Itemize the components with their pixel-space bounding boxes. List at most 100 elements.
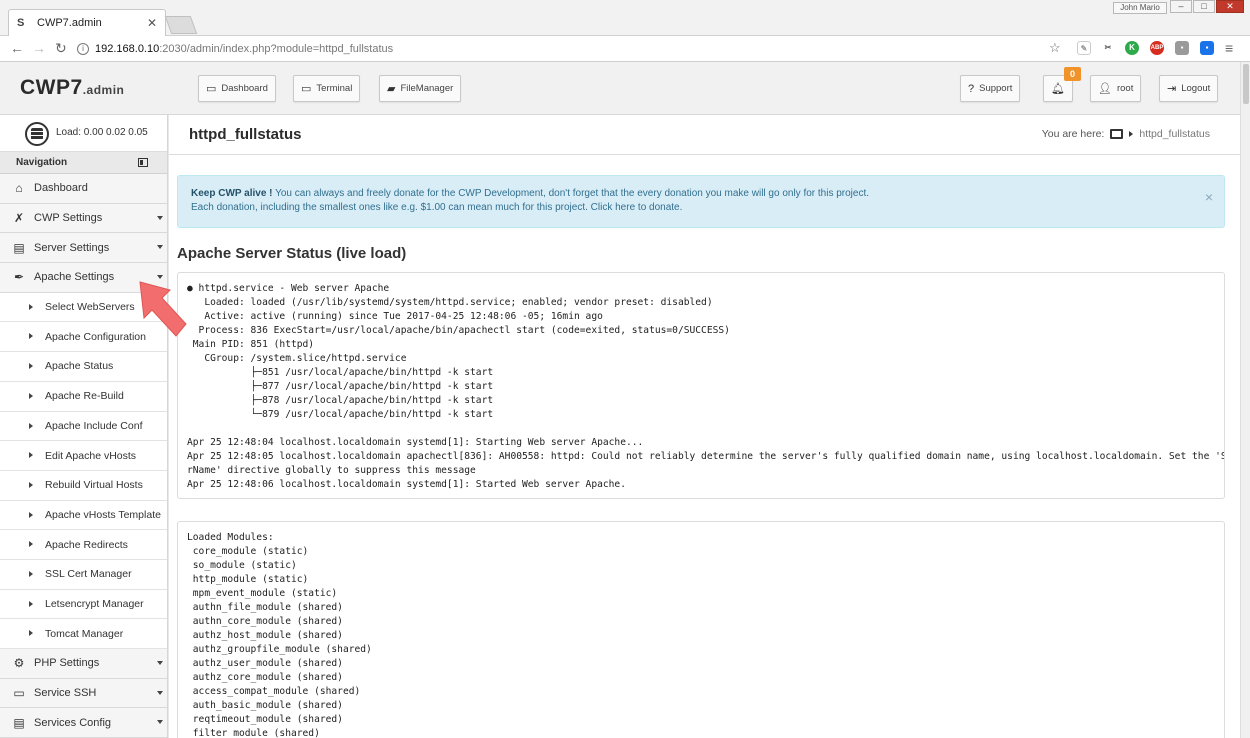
sidebar-item-server-settings[interactable]: ▤ Server Settings [0,233,167,264]
support-button[interactable]: ? Support [960,75,1021,102]
url-path: :2030/admin/index.php?module=httpd_fulls… [159,43,394,55]
submenu-label: Apache Include Conf [45,419,143,432]
submenu-apache-status[interactable]: Apache Status [0,352,167,382]
submenu-label: Apache Configuration [45,330,146,343]
caret-right-icon [29,570,33,577]
browser-menu-icon[interactable]: ≡ [1225,41,1233,55]
submenu-rebuild-virtual-hosts[interactable]: Rebuild Virtual Hosts [0,470,167,501]
caret-right-icon [29,630,33,637]
forward-arrow-icon[interactable]: → [32,41,46,55]
window-close-button[interactable]: ✕ [1216,0,1244,13]
brand-name: CWP7 [20,76,83,99]
reload-icon[interactable]: ↻ [55,41,67,55]
caret-right-icon [29,303,33,310]
submenu-label: Apache Redirects [45,538,128,551]
wrench-extension-icon[interactable]: ✂ [1101,41,1115,55]
submenu-tomcat-manager[interactable]: Tomcat Manager [0,619,167,649]
submenu-apache-vhosts-template[interactable]: Apache vHosts Template [0,500,167,531]
sidebar-item-services-config[interactable]: ▤ Services Config [0,708,167,738]
page-title: httpd_fullstatus [189,126,302,143]
alert-text-2[interactable]: Each donation, including the smallest on… [191,201,1211,215]
submenu-apache-redirects[interactable]: Apache Redirects [0,530,167,560]
submenu-edit-apache-vhosts[interactable]: Edit Apache vHosts [0,441,167,471]
support-label: Support [979,83,1013,94]
caret-right-icon [29,511,33,518]
submenu-label: Select WebServers [45,301,135,314]
sidebar-item-label: Dashboard [34,182,88,195]
page-scrollbar[interactable] [1240,62,1250,738]
submenu-apache-rebuild[interactable]: Apache Re-Build [0,381,167,412]
submenu-apache-include-conf[interactable]: Apache Include Conf [0,411,167,442]
alert-text-1: You can always and freely donate for the… [272,188,870,199]
loaded-modules-output: Loaded Modules: core_module (static) so_… [177,521,1225,738]
maximize-button[interactable]: □ [1193,0,1215,13]
caret-right-icon [29,600,33,607]
caret-right-icon [1129,131,1134,137]
new-tab-button[interactable] [164,16,198,34]
alert-line-1: Keep CWP alive ! You can always and free… [191,187,1211,201]
brand-logo[interactable]: CWP7.admin [20,76,124,100]
browser-titlebar: S CWP7.admin ✕ John Mario – □ ✕ [0,0,1250,36]
donation-alert: Keep CWP alive ! You can always and free… [177,175,1225,228]
caret-right-icon [29,481,33,488]
submenu-letsencrypt-manager[interactable]: Letsencrypt Manager [0,589,167,620]
filemanager-label: FileManager [400,83,454,94]
sidebar-item-label: PHP Settings [34,657,100,670]
layers-extension-icon[interactable]: ▪ [1175,41,1189,55]
feather-icon: ✒ [13,270,25,285]
sidebar-item-label: CWP Settings [34,212,103,225]
sidebar-item-label: Apache Settings [34,271,115,284]
pen-extension-icon[interactable]: ✎ [1077,41,1091,55]
breadcrumb: You are here: httpd_fullstatus [1042,128,1210,140]
back-arrow-icon[interactable]: ← [10,41,24,55]
navigation-heading: Navigation [0,152,167,174]
service-status-output: ● httpd.service - Web server Apache Load… [177,272,1225,499]
logout-label: Logout [1181,83,1211,94]
url-field[interactable]: i 192.168.0.10:2030/admin/index.php?modul… [77,39,1067,59]
section-title: Apache Server Status (live load) [177,245,407,262]
bookmark-star-icon[interactable]: ☆ [1049,41,1061,55]
sidebar: Load: 0.00 0.02 0.05 Navigation ⌂ Dashbo… [0,115,168,738]
blue-extension-icon[interactable]: ▪ [1200,41,1214,55]
caret-down-icon [157,661,163,665]
brand-sub: .admin [82,83,125,97]
dashboard-button[interactable]: ▭ Dashboard [198,75,276,102]
filemanager-button[interactable]: ▰ FileManager [379,75,462,102]
browser-profile-badge[interactable]: John Mario [1113,2,1167,14]
sidebar-item-cwp-settings[interactable]: ✗ CWP Settings [0,203,167,234]
scrollbar-thumb[interactable] [1243,64,1249,104]
logout-icon: ⇥ [1167,83,1177,95]
browser-tab[interactable]: S CWP7.admin ✕ [8,9,166,36]
caret-right-icon [29,363,33,370]
sidebar-toggle-icon[interactable] [138,158,148,167]
terminal-label: Terminal [316,83,353,94]
minimize-button[interactable]: – [1170,0,1192,13]
annotation-arrow-icon [139,281,187,337]
adblock-extension-icon[interactable]: ABP [1150,41,1164,55]
user-button[interactable]: 👤︎ root [1090,75,1142,102]
info-icon[interactable]: i [77,43,89,56]
logout-button[interactable]: ⇥ Logout [1159,75,1219,102]
close-icon[interactable]: × [1205,190,1213,204]
folder-icon: ▰ [387,83,396,95]
sidebar-item-service-ssh[interactable]: ▭ Service SSH [0,678,167,709]
k-extension-icon[interactable]: K [1125,41,1139,55]
bell-icon: 🔔︎ [1051,83,1065,95]
submenu-label: Letsencrypt Manager [45,597,144,610]
submenu-label: Tomcat Manager [45,627,124,640]
dashboard-label: Dashboard [221,83,268,94]
terminal-button[interactable]: ▭ Terminal [293,75,361,102]
sidebar-item-php-settings[interactable]: ⚙ PHP Settings [0,649,167,679]
monitor-icon[interactable] [1110,129,1124,139]
submenu-label: Apache Status [45,360,114,373]
tab-close-icon[interactable]: ✕ [147,16,157,30]
server-load-box: Load: 0.00 0.02 0.05 [0,115,167,152]
sidebar-item-dashboard[interactable]: ⌂ Dashboard [0,174,167,204]
monitor-icon: ▭ [206,83,217,95]
navigation-heading-label: Navigation [16,157,68,168]
page-header-bar: httpd_fullstatus You are here: httpd_ful… [169,115,1240,155]
caret-down-icon [157,245,163,250]
caret-down-icon [157,275,163,280]
server-icon: ▤ [13,715,25,730]
submenu-ssl-cert-manager[interactable]: SSL Cert Manager [0,559,167,590]
